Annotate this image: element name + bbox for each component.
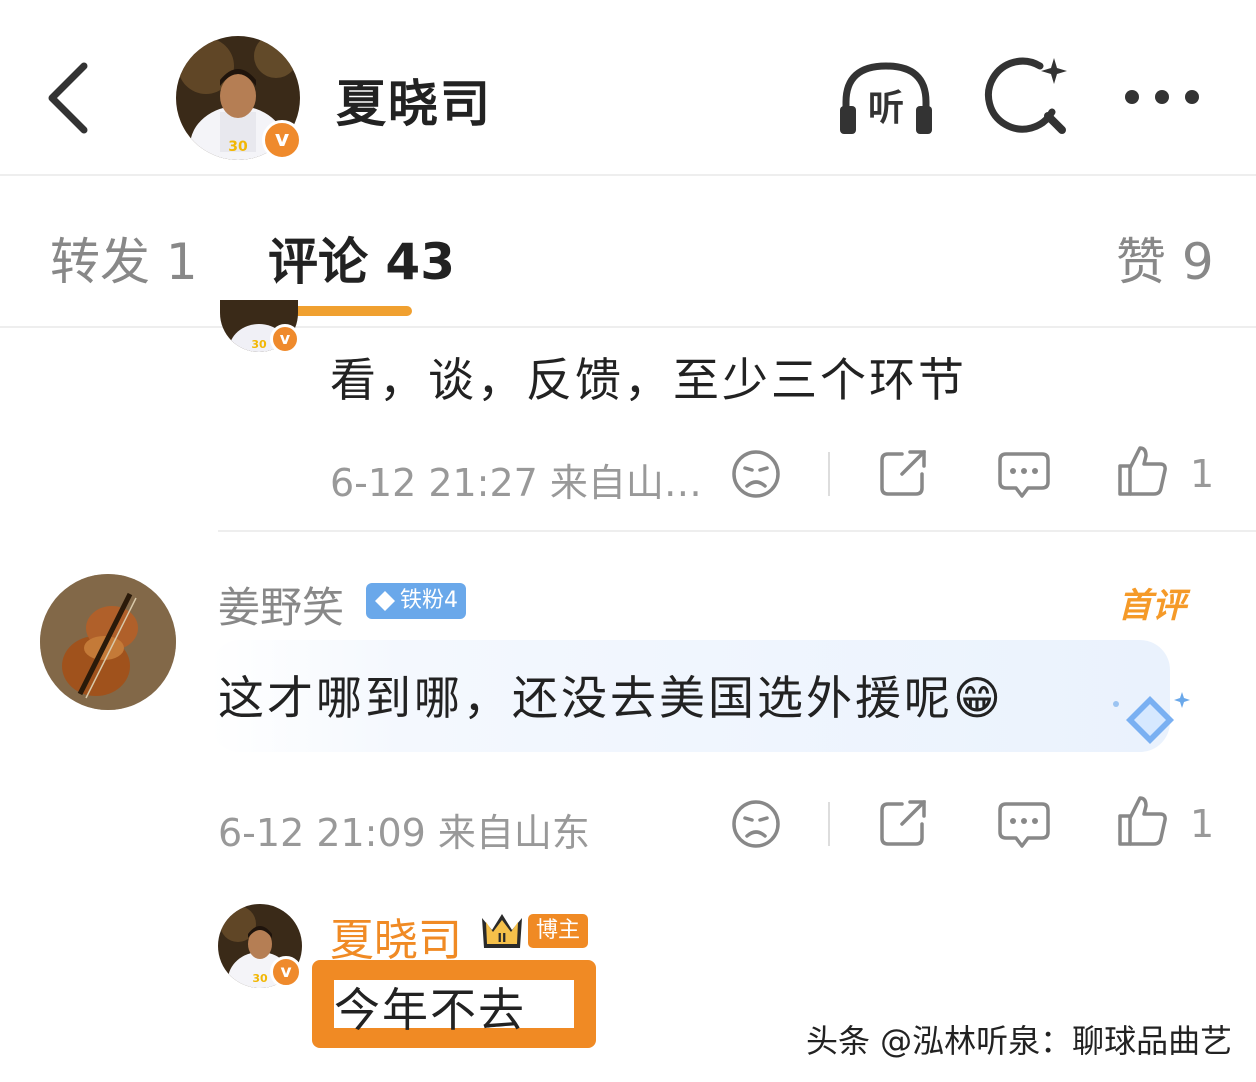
verified-badge-icon: v — [262, 120, 302, 160]
verified-badge-icon: v — [270, 956, 302, 988]
dislike-face-icon[interactable] — [728, 446, 784, 502]
fan-level-label: 铁粉4 — [400, 588, 458, 613]
comment-text-body: 这才哪到哪，还没去美国选外援呢 — [218, 671, 953, 725]
tab-comments[interactable]: 评论 43 — [268, 222, 455, 294]
listen-headphones-icon[interactable]: 听 — [836, 54, 936, 144]
share-icon[interactable] — [876, 444, 932, 500]
diamond-decoration-icon — [1113, 692, 1190, 744]
back-icon[interactable] — [40, 58, 100, 138]
listen-label: 听 — [868, 88, 904, 129]
page-title: 夏晓司 — [336, 75, 492, 133]
reply-username[interactable]: 夏晓司 — [330, 904, 462, 968]
svg-text:30: 30 — [251, 338, 267, 351]
more-icon[interactable] — [1116, 54, 1216, 144]
reply-text: 今年不去 — [334, 983, 526, 1037]
comment-text: 这才哪到哪，还没去美国选外援呢😁 — [218, 662, 1004, 728]
svg-text:30: 30 — [228, 139, 248, 155]
top-bar: 30 v 夏晓司 听 — [0, 0, 1256, 176]
comment-meta: 6-12 21:27 来自山… — [330, 461, 702, 505]
svg-text:II: II — [498, 931, 507, 945]
watermark: 头条 @泓林听泉：聊球品曲艺 — [806, 1022, 1233, 1060]
tab-reposts[interactable]: 转发 1 — [50, 222, 198, 294]
avatar[interactable] — [40, 574, 176, 710]
comment-meta: 6-12 21:09 来自山东 — [218, 811, 590, 855]
grin-emoji: 😁 — [953, 671, 1004, 725]
tab-likes[interactable]: 赞 9 — [1116, 222, 1214, 294]
action-separator — [828, 802, 830, 846]
first-comment-badge: 首评 — [1118, 586, 1186, 626]
comment-username[interactable]: 姜野笑 — [218, 574, 344, 635]
comment-text: 看，谈，反馈，至少三个环节 — [330, 353, 967, 407]
like-thumb-icon[interactable] — [1114, 442, 1170, 498]
comment-icon[interactable] — [996, 796, 1052, 852]
like-thumb-icon[interactable] — [1114, 792, 1170, 848]
search-sparkle-icon[interactable] — [982, 54, 1082, 144]
like-count: 1 — [1190, 802, 1215, 846]
diamond-icon — [375, 591, 395, 611]
verified-badge-icon: v — [270, 324, 300, 354]
svg-text:30: 30 — [252, 972, 268, 985]
comment-icon[interactable] — [996, 446, 1052, 502]
owner-badge: 博主 — [528, 914, 589, 948]
comment-divider — [218, 530, 1256, 532]
fan-level-badge: 铁粉4 — [366, 583, 466, 619]
tab-bar: 转发 1 评论 43 赞 9 — [0, 176, 1256, 328]
active-tab-indicator — [292, 306, 412, 316]
action-separator — [828, 452, 830, 496]
dislike-face-icon[interactable] — [728, 796, 784, 852]
like-count: 1 — [1190, 452, 1215, 496]
share-icon[interactable] — [876, 794, 932, 850]
